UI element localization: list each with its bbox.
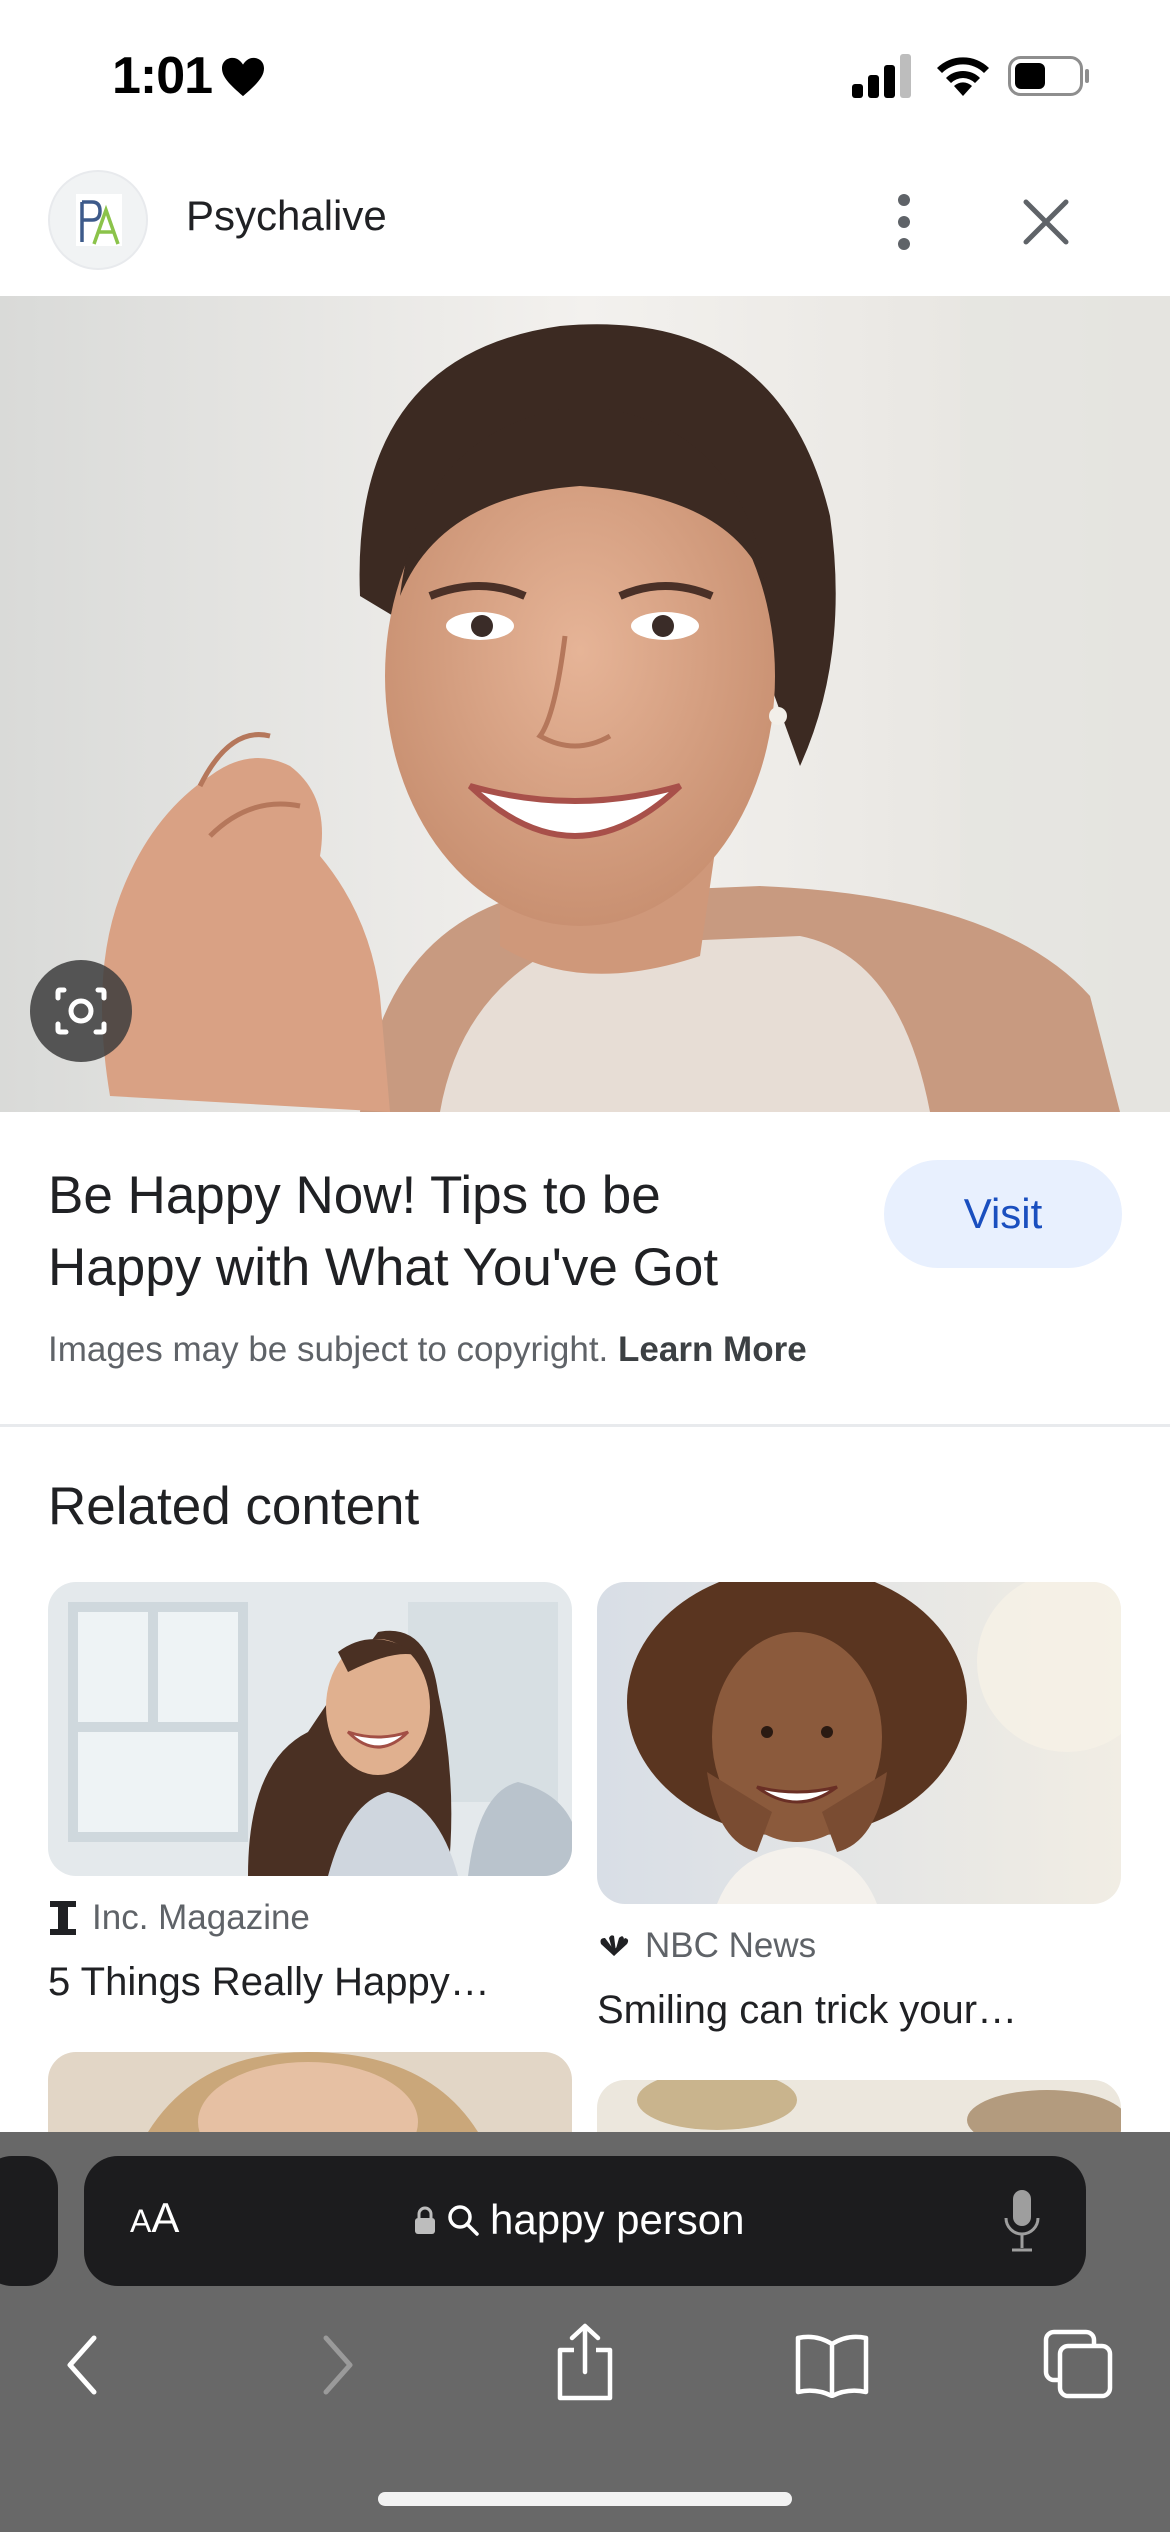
source-name: NBC News: [645, 1926, 817, 1965]
cellular-signal-icon: [852, 54, 911, 98]
related-card[interactable]: [48, 2052, 572, 2132]
related-card[interactable]: [597, 2080, 1121, 2132]
smiling-woman-curly-hair-photo: [597, 1582, 1121, 1904]
microphone-icon[interactable]: [1002, 2188, 1042, 2254]
nbc-peacock-icon: [600, 1935, 629, 1956]
search-icon: [448, 2205, 479, 2236]
related-card-source: NBC News: [597, 1926, 1121, 1966]
text-size-button[interactable]: AA: [130, 2194, 179, 2242]
forward-icon[interactable]: [318, 2332, 358, 2398]
text-size-small-a: A: [130, 2203, 152, 2239]
laughing-woman-photo: [48, 1582, 572, 1876]
site-logo[interactable]: [48, 170, 148, 270]
address-bar[interactable]: AA happy person: [84, 2156, 1086, 2286]
tabs-icon[interactable]: [1042, 2328, 1114, 2400]
section-divider: [0, 1424, 1170, 1427]
blonde-woman-photo: [48, 2052, 572, 2132]
url-field[interactable]: happy person: [414, 2196, 745, 2244]
browser-toolbar: AA happy person: [0, 2132, 1170, 2532]
copyright-notice: Images may be subject to copyright. Lear…: [48, 1330, 807, 1370]
related-card-title[interactable]: 5 Things Really Happy…: [48, 1960, 572, 2005]
related-card-image[interactable]: [597, 2080, 1121, 2132]
related-photo: [597, 2080, 1121, 2132]
wifi-icon: [937, 57, 989, 96]
source-name: Inc. Magazine: [92, 1898, 310, 1937]
result-title[interactable]: Be Happy Now! Tips to be Happy with What…: [48, 1160, 808, 1304]
learn-more-link[interactable]: Learn More: [618, 1330, 807, 1369]
inc-magazine-icon: [50, 1901, 76, 1935]
text-size-large-a: A: [151, 2194, 180, 2241]
heart-icon: [222, 57, 264, 97]
google-lens-button[interactable]: [30, 960, 132, 1062]
related-card[interactable]: NBC News Smiling can trick your…: [597, 1582, 1121, 2033]
status-bar: 1:01: [0, 0, 1170, 150]
related-card-image[interactable]: [597, 1582, 1121, 1904]
site-name[interactable]: Psychalive: [186, 192, 387, 240]
home-indicator[interactable]: [378, 2492, 792, 2506]
hero-image[interactable]: [0, 296, 1170, 1112]
related-card-title[interactable]: Smiling can trick your…: [597, 1988, 1121, 2033]
status-time: 1:01: [112, 47, 213, 105]
related-content-heading: Related content: [48, 1477, 420, 1536]
back-icon[interactable]: [62, 2332, 102, 2398]
lock-icon: [415, 2206, 435, 2234]
battery-icon: [1008, 56, 1089, 96]
lens-icon: [55, 987, 107, 1035]
psychalive-logo-icon: [76, 194, 122, 246]
visit-button[interactable]: Visit: [884, 1160, 1122, 1268]
related-card[interactable]: Inc. Magazine 5 Things Really Happy…: [48, 1582, 572, 2005]
bookmarks-icon[interactable]: [794, 2332, 870, 2398]
more-options-icon[interactable]: [876, 186, 932, 258]
smiling-woman-photo: [0, 296, 1170, 1112]
address-text[interactable]: happy person: [490, 2196, 745, 2244]
share-icon[interactable]: [552, 2322, 618, 2402]
previous-tab-peek[interactable]: [0, 2156, 58, 2286]
related-card-source: Inc. Magazine: [48, 1898, 572, 1938]
copyright-text: Images may be subject to copyright.: [48, 1330, 609, 1369]
source-header: Psychalive: [0, 150, 1170, 296]
close-icon[interactable]: [1010, 186, 1082, 258]
related-card-image[interactable]: [48, 2052, 572, 2132]
related-card-image[interactable]: [48, 1582, 572, 1876]
